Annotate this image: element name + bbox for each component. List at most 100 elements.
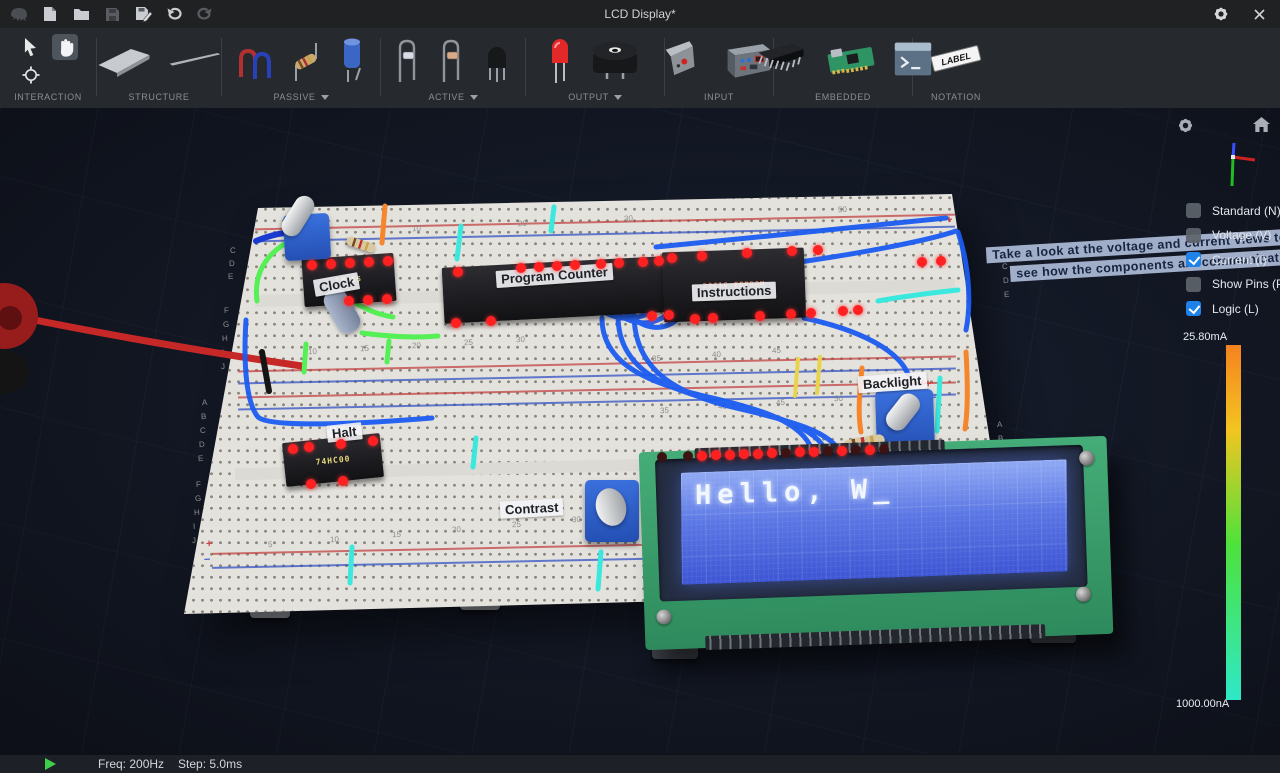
pin-high-dot (917, 257, 927, 267)
home-view-icon[interactable] (1252, 116, 1271, 133)
pin-high-dot (853, 305, 863, 315)
chip-marking: 74HC00 (315, 454, 351, 467)
view-option-label: Voltage (V) (1212, 228, 1271, 242)
pin-low-dot (657, 452, 667, 462)
lcd-module[interactable]: Hello, W_ (639, 436, 1114, 650)
pin-high-dot (364, 257, 374, 267)
ic-chip-tool[interactable] (751, 33, 811, 85)
view-option-label: Logic (L) (1212, 302, 1259, 316)
view-option-logic[interactable]: Logic (L) (1186, 301, 1280, 316)
settings-gear-icon[interactable] (1210, 3, 1232, 25)
pan-tool[interactable] (52, 34, 78, 60)
pin-high-dot (516, 263, 526, 273)
dropdown-arrow-icon[interactable] (321, 95, 329, 100)
pin-high-dot (725, 450, 735, 460)
section-label-interaction: INTERACTION (14, 90, 82, 104)
view-option-current[interactable]: Current (I) (1186, 252, 1280, 267)
lcd-screen: Hello, W_ (681, 459, 1068, 585)
pin-high-dot (690, 314, 700, 324)
pin-high-dot (936, 256, 946, 266)
pin-high-dot (326, 259, 336, 269)
pin-low-dot (851, 445, 861, 455)
buzzer-tool[interactable] (585, 33, 645, 85)
section-label-structure: STRUCTURE (129, 90, 190, 104)
orbit-tool[interactable] (19, 63, 43, 87)
pin-high-dot (837, 446, 847, 456)
pin-high-dot (453, 267, 463, 277)
wire-rod-tool[interactable] (165, 40, 225, 78)
pin-high-dot (787, 246, 797, 256)
board-label-instructions[interactable]: Instructions (692, 282, 777, 302)
microcontroller-tool[interactable] (821, 35, 881, 83)
pin-low-dot (683, 451, 693, 461)
pin-high-dot (742, 248, 752, 258)
screw (1076, 587, 1092, 603)
view-option-standard[interactable]: Standard (N) (1186, 203, 1280, 218)
toolbar-section-active: ACTIVE (381, 28, 525, 108)
pin-high-dot (697, 251, 707, 261)
3d-viewport[interactable]: 1020305051015202530354045354045505101520… (0, 108, 1280, 754)
scale-max-label: 25.80mA (1183, 331, 1227, 343)
checkbox-checked-icon[interactable] (1186, 301, 1201, 316)
pin-high-dot (368, 436, 378, 446)
pin-high-dot (288, 444, 298, 454)
led-tool[interactable] (545, 31, 575, 87)
pin-low-dot (879, 444, 889, 454)
jumper-wires-tool[interactable] (233, 34, 277, 84)
diode-tool[interactable] (392, 32, 426, 86)
pin-high-dot (697, 451, 707, 461)
play-icon[interactable] (45, 758, 56, 770)
status-step: Step: 5.0ms (178, 757, 242, 771)
pin-high-dot (345, 258, 355, 268)
view-option-voltage[interactable]: Voltage (V) (1186, 228, 1280, 243)
checkbox-icon[interactable] (1186, 203, 1201, 218)
lcd-bezel: Hello, W_ (655, 445, 1088, 602)
pin-high-dot (614, 258, 624, 268)
pin-high-dot (344, 296, 354, 306)
viewport-settings-gear-icon[interactable] (1176, 116, 1195, 135)
pin-high-dot (739, 449, 749, 459)
checkbox-checked-icon[interactable] (1186, 252, 1201, 267)
pin-low-dot (781, 448, 791, 458)
pin-high-dot (338, 476, 348, 486)
transistor-tool[interactable] (480, 32, 514, 86)
pin-high-dot (596, 259, 606, 269)
board-label-contrast[interactable]: Contrast (500, 498, 564, 518)
label-tool[interactable]: LABEL (922, 37, 990, 81)
view-option-show[interactable]: Show Pins (P) (1186, 277, 1280, 292)
pin-high-dot (795, 447, 805, 457)
dropdown-arrow-icon[interactable] (470, 95, 478, 100)
power-supply-tool[interactable] (662, 33, 710, 85)
component-toolbar: INTERACTION STRUCTURE PASSIVE (0, 28, 1280, 110)
toolbar-section-interaction: INTERACTION (0, 28, 96, 108)
checkbox-icon[interactable] (1186, 228, 1201, 243)
section-label-passive: PASSIVE (273, 92, 315, 102)
pin-high-dot (767, 448, 777, 458)
checkbox-icon[interactable] (1186, 277, 1201, 292)
pin-high-dot (306, 479, 316, 489)
section-label-notation: NOTATION (931, 90, 981, 104)
section-label-input: INPUT (704, 90, 734, 104)
pin-high-dot (638, 257, 648, 267)
section-label-output: OUTPUT (568, 92, 609, 102)
pin-low-dot (823, 446, 833, 456)
section-label-active: ACTIVE (428, 92, 464, 102)
pin-high-dot (813, 245, 823, 255)
pin-high-dot (304, 442, 314, 452)
wires-layer (0, 108, 1280, 754)
pin-high-dot (753, 449, 763, 459)
select-tool[interactable] (19, 34, 43, 60)
pin-high-dot (708, 313, 718, 323)
dropdown-arrow-icon[interactable] (614, 95, 622, 100)
close-icon[interactable] (1248, 3, 1270, 25)
capacitor-tool[interactable] (335, 32, 369, 86)
view-option-label: Current (I) (1212, 253, 1267, 267)
pin-high-dot (307, 260, 317, 270)
resistor-tool[interactable] (287, 33, 325, 85)
toolbar-section-notation: LABEL NOTATION (913, 28, 999, 108)
breadboard-tool[interactable] (93, 37, 155, 81)
toolbar-section-output: OUTPUT (526, 28, 664, 108)
diode-alt-tool[interactable] (436, 32, 470, 86)
screw (656, 609, 672, 625)
pin-high-dot (363, 295, 373, 305)
